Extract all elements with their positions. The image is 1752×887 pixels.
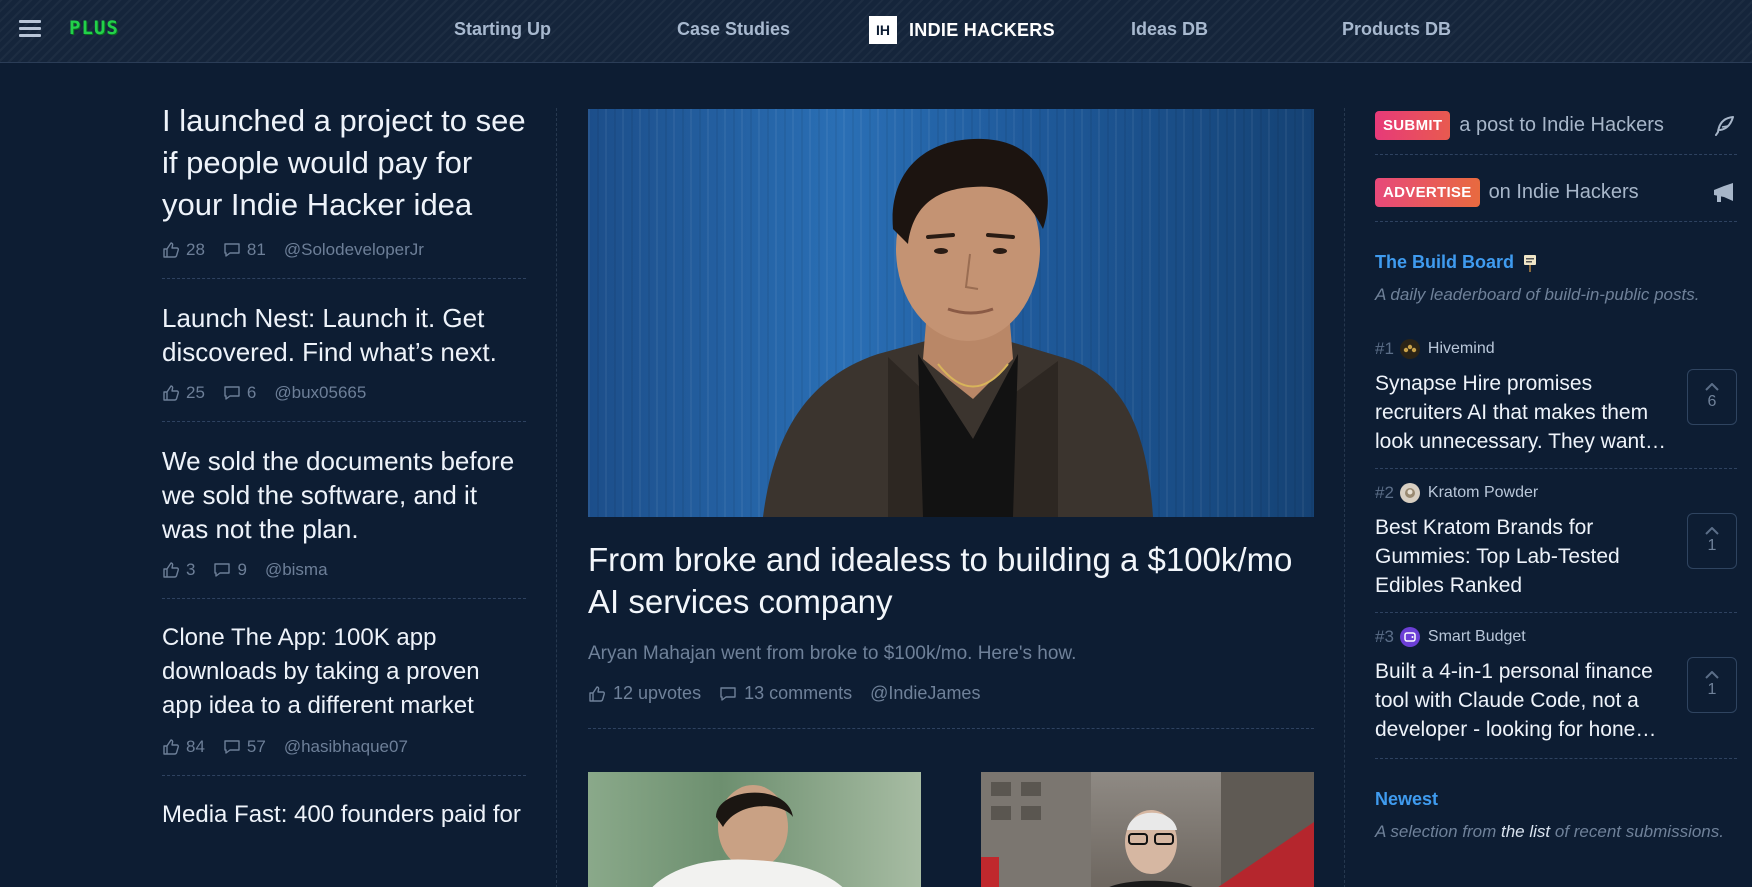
comment-icon	[223, 738, 241, 756]
nav-case-studies[interactable]: Case Studies	[677, 19, 790, 40]
post-thumbnail[interactable]	[588, 772, 921, 887]
vote-count: 1	[1707, 537, 1717, 554]
signpost-icon	[1522, 254, 1538, 272]
upvote-button[interactable]: 6	[1687, 369, 1737, 425]
submit-badge: SUBMIT	[1375, 110, 1451, 140]
comment-count: 81	[246, 240, 266, 259]
list-item: Launch Nest: Launch it. Get discovered. …	[162, 301, 526, 422]
author-link[interactable]: @bisma	[265, 560, 328, 580]
featured-post: From broke and idealess to building a $1…	[588, 109, 1314, 729]
the-list-link[interactable]: the list	[1501, 822, 1550, 841]
list-item: Clone The App: 100K app downloads by tak…	[162, 621, 526, 776]
list-item: Media Fast: 400 founders paid for	[162, 798, 526, 850]
upvote-count[interactable]: 12 upvotes	[613, 683, 701, 704]
hivemind-logo-icon	[1399, 339, 1420, 359]
like-count: 84	[186, 737, 205, 756]
top-nav: PLUS Starting Up Case Studies IH INDIE H…	[0, 0, 1752, 63]
advertise-badge: ADVERTISE	[1375, 177, 1480, 207]
featured-image[interactable]	[588, 109, 1314, 517]
thumbs-up-icon	[162, 384, 180, 402]
comment-count[interactable]: 13 comments	[744, 683, 852, 704]
comment-count: 6	[246, 383, 257, 402]
post-thumbnail[interactable]	[981, 772, 1314, 887]
thumbs-up-icon	[588, 685, 606, 703]
author-link[interactable]: @bux05665	[274, 383, 366, 403]
rank: #3	[1375, 627, 1394, 646]
chevron-up-icon	[1705, 383, 1719, 391]
plus-link[interactable]: PLUS	[69, 17, 119, 39]
megaphone-icon	[1711, 181, 1737, 210]
advertise-cta[interactable]: ADVERTISE on Indie Hackers	[1375, 175, 1737, 209]
author-link[interactable]: @hasibhaque07	[284, 737, 408, 757]
post-title[interactable]: I launched a project to see if people wo…	[162, 100, 526, 226]
comment-icon	[213, 561, 231, 579]
indie-hackers-logo[interactable]: IH INDIE HACKERS	[869, 16, 1055, 44]
upvote-button[interactable]: 1	[1687, 657, 1737, 713]
build-board-description: A daily leaderboard of build-in-public p…	[1375, 285, 1700, 304]
nav-products-db[interactable]: Products DB	[1342, 19, 1451, 40]
rank: #2	[1375, 483, 1394, 502]
post-title[interactable]: Clone The App: 100K app downloads by tak…	[162, 621, 526, 723]
chevron-up-icon	[1705, 527, 1719, 535]
comment-count: 9	[237, 560, 247, 579]
vote-count: 1	[1707, 681, 1717, 698]
brand-name: INDIE HACKERS	[909, 19, 1055, 40]
upvote-button[interactable]: 1	[1687, 513, 1737, 569]
thumbs-up-icon	[162, 738, 180, 756]
nav-starting-up[interactable]: Starting Up	[454, 19, 551, 40]
wallet-icon	[1399, 627, 1420, 647]
like-count: 25	[186, 383, 205, 402]
product-name[interactable]: Hivemind	[1428, 340, 1495, 358]
leaderboard-post-title[interactable]: Built a 4-in-1 personal finance tool wit…	[1375, 657, 1670, 744]
submit-text: a post to Indie Hackers	[1459, 113, 1664, 136]
column-divider	[556, 108, 557, 887]
submit-post-cta[interactable]: SUBMIT a post to Indie Hackers	[1375, 108, 1737, 142]
feather-icon	[1713, 114, 1737, 143]
like-count: 3	[186, 560, 196, 579]
leaderboard-item: #2 Kratom Powder Best Kratom Brands for …	[1375, 469, 1737, 613]
vote-count: 6	[1707, 393, 1717, 410]
nav-ideas-db[interactable]: Ideas DB	[1131, 19, 1208, 40]
leaderboard-post-title[interactable]: Best Kratom Brands for Gummies: Top Lab-…	[1375, 513, 1670, 600]
like-count: 28	[186, 240, 205, 259]
list-item: We sold the documents before we sold the…	[162, 444, 526, 599]
leaderboard-post-title[interactable]: Synapse Hire promises recruiters AI that…	[1375, 369, 1670, 456]
product-name[interactable]: Smart Budget	[1428, 628, 1526, 646]
comment-icon	[223, 384, 241, 402]
post-title[interactable]: Media Fast: 400 founders paid for	[162, 798, 526, 832]
newest-description: A selection from the list of recent subm…	[1375, 822, 1724, 841]
author-link[interactable]: @IndieJames	[870, 683, 980, 704]
comment-icon	[719, 685, 737, 703]
ih-logo-icon: IH	[869, 16, 897, 44]
leaderboard-item: #1 Hivemind Synapse Hire promises recrui…	[1375, 325, 1737, 469]
advertise-text: on Indie Hackers	[1488, 180, 1639, 203]
featured-title[interactable]: From broke and idealess to building a $1…	[588, 539, 1314, 623]
right-sidebar: SUBMIT a post to Indie Hackers ADVERTISE…	[1375, 108, 1737, 842]
leaderboard-item: #3 Smart Budget Built a 4-in-1 personal …	[1375, 613, 1737, 756]
post-title[interactable]: Launch Nest: Launch it. Get discovered. …	[162, 301, 526, 369]
rank: #1	[1375, 339, 1394, 358]
comment-icon	[223, 241, 241, 259]
kratom-powder-logo-icon	[1399, 483, 1420, 503]
featured-subtitle: Aryan Mahajan went from broke to $100k/m…	[588, 643, 1077, 664]
column-divider	[1344, 108, 1345, 887]
thumbs-up-icon	[162, 241, 180, 259]
comment-count: 57	[246, 737, 266, 756]
build-board-title[interactable]: The Build Board	[1375, 252, 1737, 273]
post-title[interactable]: We sold the documents before we sold the…	[162, 444, 526, 546]
product-name[interactable]: Kratom Powder	[1428, 484, 1538, 502]
author-link[interactable]: @SolodeveloperJr	[284, 240, 424, 260]
left-post-list: I launched a project to see if people wo…	[162, 100, 526, 872]
newest-title[interactable]: Newest	[1375, 789, 1737, 810]
thumbs-up-icon	[162, 561, 180, 579]
menu-icon[interactable]	[19, 20, 41, 38]
chevron-up-icon	[1705, 671, 1719, 679]
list-item: I launched a project to see if people wo…	[162, 100, 526, 279]
